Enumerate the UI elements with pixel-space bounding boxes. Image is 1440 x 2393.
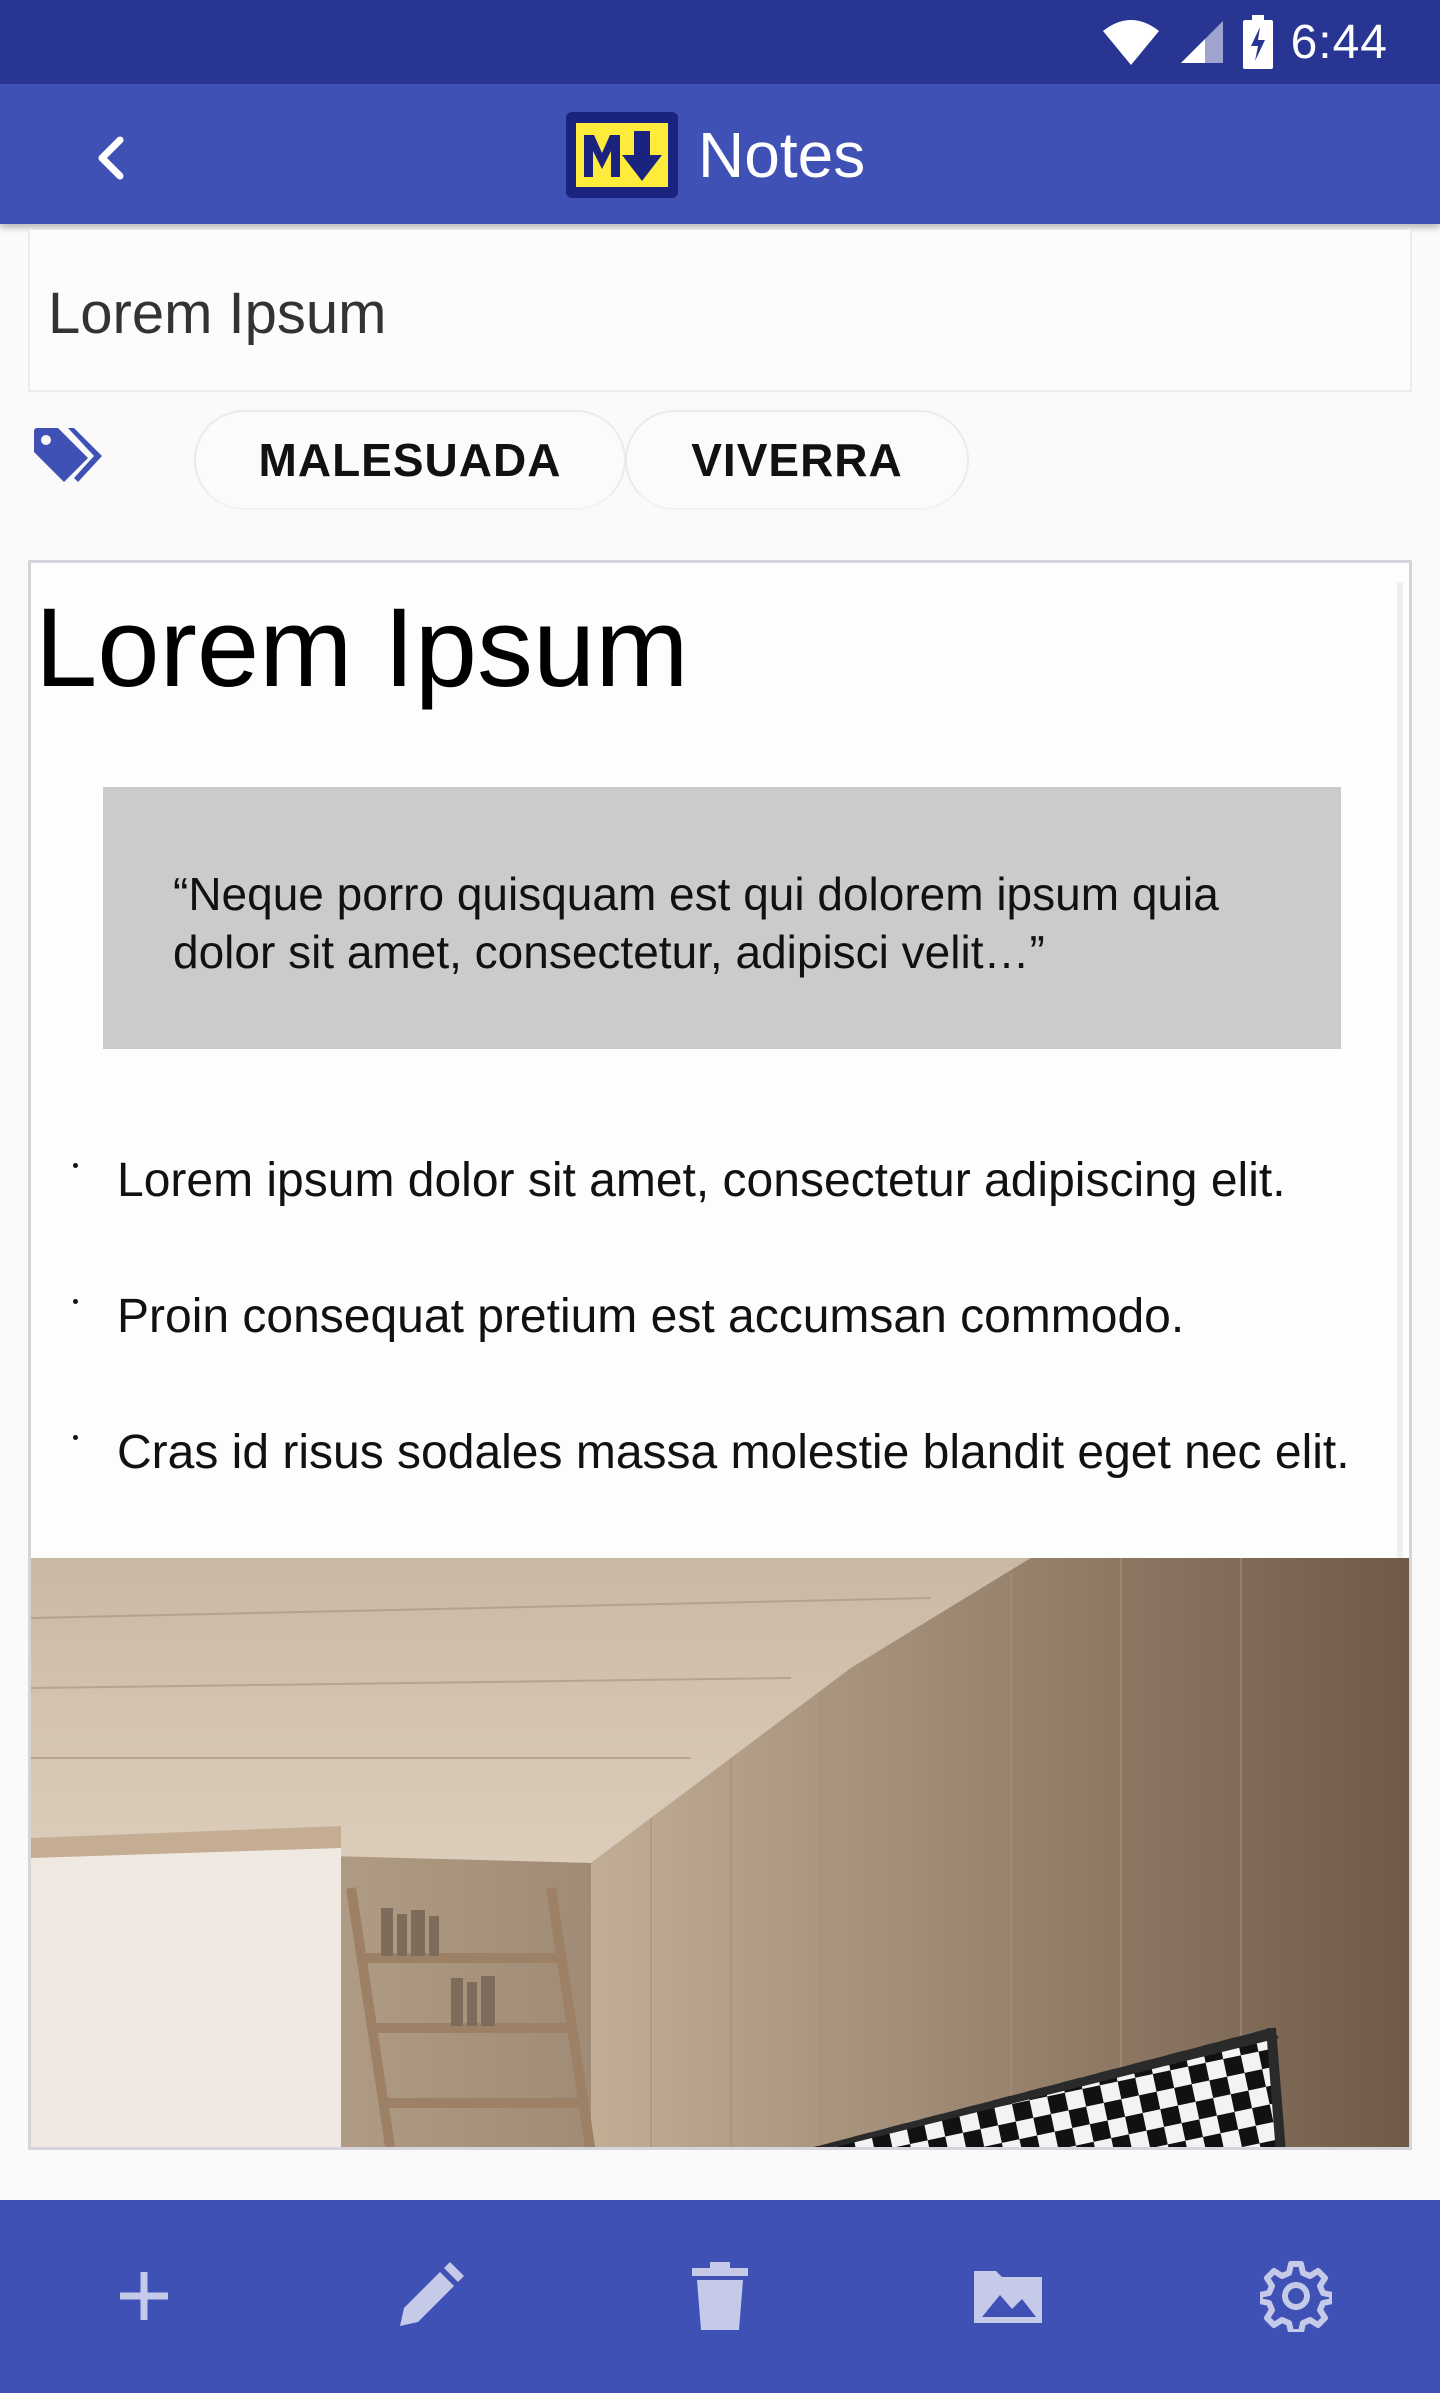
- markdown-logo: [566, 112, 678, 198]
- tag-chip-malesuada[interactable]: MALESUADA: [194, 410, 626, 510]
- list-item-text: Proin consequat pretium est accumsan com…: [117, 1290, 1185, 1343]
- plus-icon: [120, 2272, 168, 2320]
- bottom-action-bar: [0, 2200, 1440, 2393]
- status-icons: 6:44: [1101, 0, 1388, 84]
- markdown-preview[interactable]: Lorem Ipsum “Neque porro quisquam est qu…: [28, 560, 1412, 2150]
- settings-button[interactable]: [1246, 2246, 1346, 2346]
- add-button[interactable]: [94, 2246, 194, 2346]
- preview-heading: Lorem Ipsum: [35, 585, 689, 710]
- app-bar: Notes: [0, 84, 1440, 224]
- edit-button[interactable]: [380, 2246, 480, 2346]
- delete-icon: [692, 2262, 748, 2330]
- list-item: Cras id risus sodales massa molestie bla…: [31, 1425, 1409, 1561]
- chevron-left-icon: [98, 136, 124, 180]
- insert-image-button[interactable]: [958, 2246, 1058, 2346]
- app-title: Notes: [698, 119, 866, 191]
- preview-bullet-list: Lorem ipsum dolor sit amet, consectetur …: [31, 1153, 1409, 1561]
- status-bar: 6:44: [0, 0, 1440, 84]
- markdown-logo-icon: [576, 123, 668, 187]
- wifi-icon: [1102, 20, 1159, 65]
- bullet-dot: [73, 1435, 78, 1440]
- battery-charging-icon: [1242, 15, 1273, 69]
- back-button[interactable]: [70, 118, 150, 198]
- tags-icon: [34, 428, 102, 482]
- bullet-dot: [73, 1163, 78, 1168]
- list-item: Proin consequat pretium est accumsan com…: [31, 1289, 1409, 1425]
- note-title-field[interactable]: Lorem Ipsum: [28, 230, 1412, 392]
- edit-icon: [400, 2262, 464, 2326]
- tag-chip-label: VIVERRA: [691, 434, 903, 486]
- settings-icon: [1260, 2261, 1332, 2332]
- preview-blockquote: “Neque porro quisquam est qui dolorem ip…: [103, 787, 1341, 1049]
- app-title-group: Notes: [566, 100, 865, 210]
- tag-chip-viverra[interactable]: VIVERRA: [625, 410, 969, 510]
- tag-chip-label: MALESUADA: [258, 434, 562, 486]
- bullet-dot: [73, 1299, 78, 1304]
- delete-button[interactable]: [670, 2246, 770, 2346]
- status-time: 6:44: [1290, 15, 1388, 69]
- signal-icon: [1180, 21, 1223, 63]
- list-item-text: Lorem ipsum dolor sit amet, consectetur …: [117, 1154, 1286, 1207]
- image-icon: [974, 2271, 1042, 2323]
- list-item-text: Cras id risus sodales massa molestie bla…: [117, 1426, 1350, 1479]
- tags-row: MALESUADA VIVERRA: [30, 410, 1420, 510]
- list-item: Lorem ipsum dolor sit amet, consectetur …: [31, 1153, 1409, 1289]
- note-title-value: Lorem Ipsum: [48, 281, 387, 346]
- room-interior-photo: [31, 1558, 1409, 2147]
